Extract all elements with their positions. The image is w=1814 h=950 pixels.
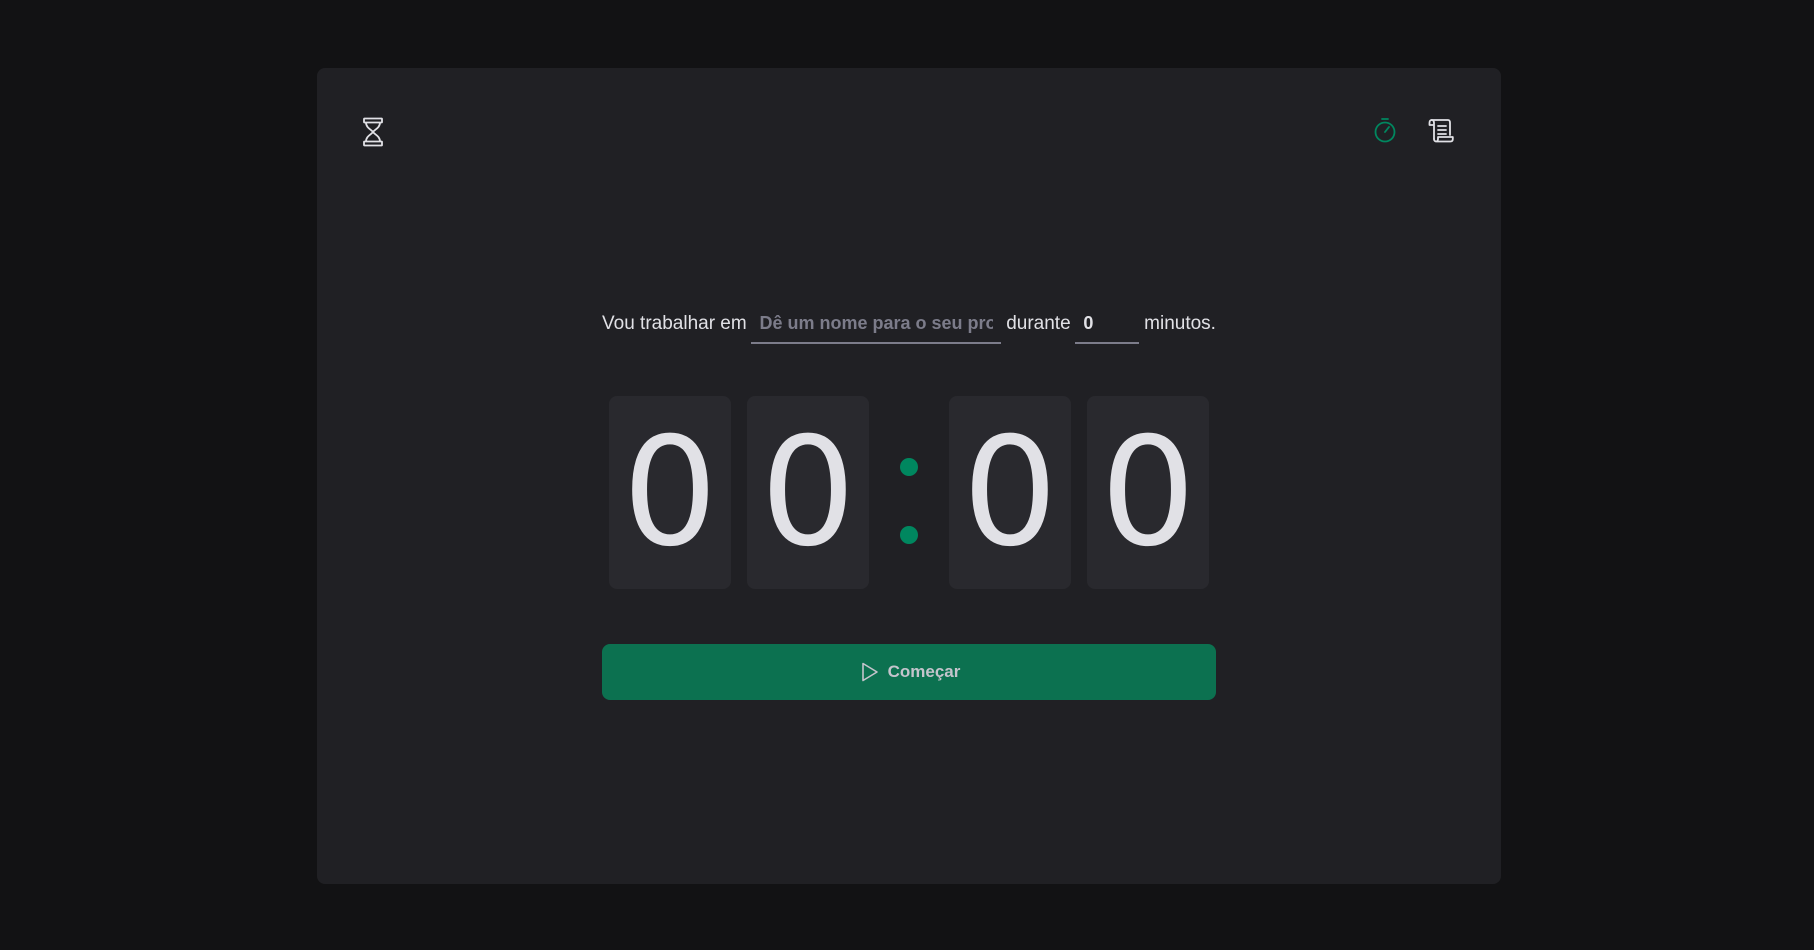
hourglass-icon	[362, 117, 384, 147]
seconds-ones-digit: 0	[1087, 396, 1209, 589]
countdown-separator	[869, 396, 949, 589]
seconds-tens-digit: 0	[949, 396, 1071, 589]
minutes-tens-digit: 0	[609, 396, 731, 589]
start-button-label: Começar	[887, 662, 961, 681]
separator-dot-bottom	[900, 526, 918, 544]
countdown: 0 0 0 0	[609, 396, 1210, 589]
task-label: Vou trabalhar em	[602, 313, 747, 334]
scroll-icon	[1428, 119, 1454, 143]
task-input[interactable]	[751, 304, 1002, 344]
start-button[interactable]: Começar	[602, 644, 1216, 700]
minutes-amount-input[interactable]	[1075, 304, 1140, 344]
timer-icon	[1374, 118, 1396, 143]
play-icon	[861, 662, 878, 682]
duration-label: durante	[1006, 313, 1071, 334]
main-nav	[1372, 116, 1454, 144]
minutes-ones-digit: 0	[747, 396, 869, 589]
separator-dot-top	[900, 458, 918, 476]
header	[317, 68, 1501, 198]
minutes-suffix: minutos.	[1144, 313, 1216, 334]
timer-card: Vou trabalhar em durante minutos. 0 0 0 …	[317, 68, 1501, 884]
timer-nav-link[interactable]	[1372, 116, 1398, 144]
task-form: Vou trabalhar em durante minutos.	[602, 304, 1216, 344]
history-nav-link[interactable]	[1428, 116, 1454, 144]
